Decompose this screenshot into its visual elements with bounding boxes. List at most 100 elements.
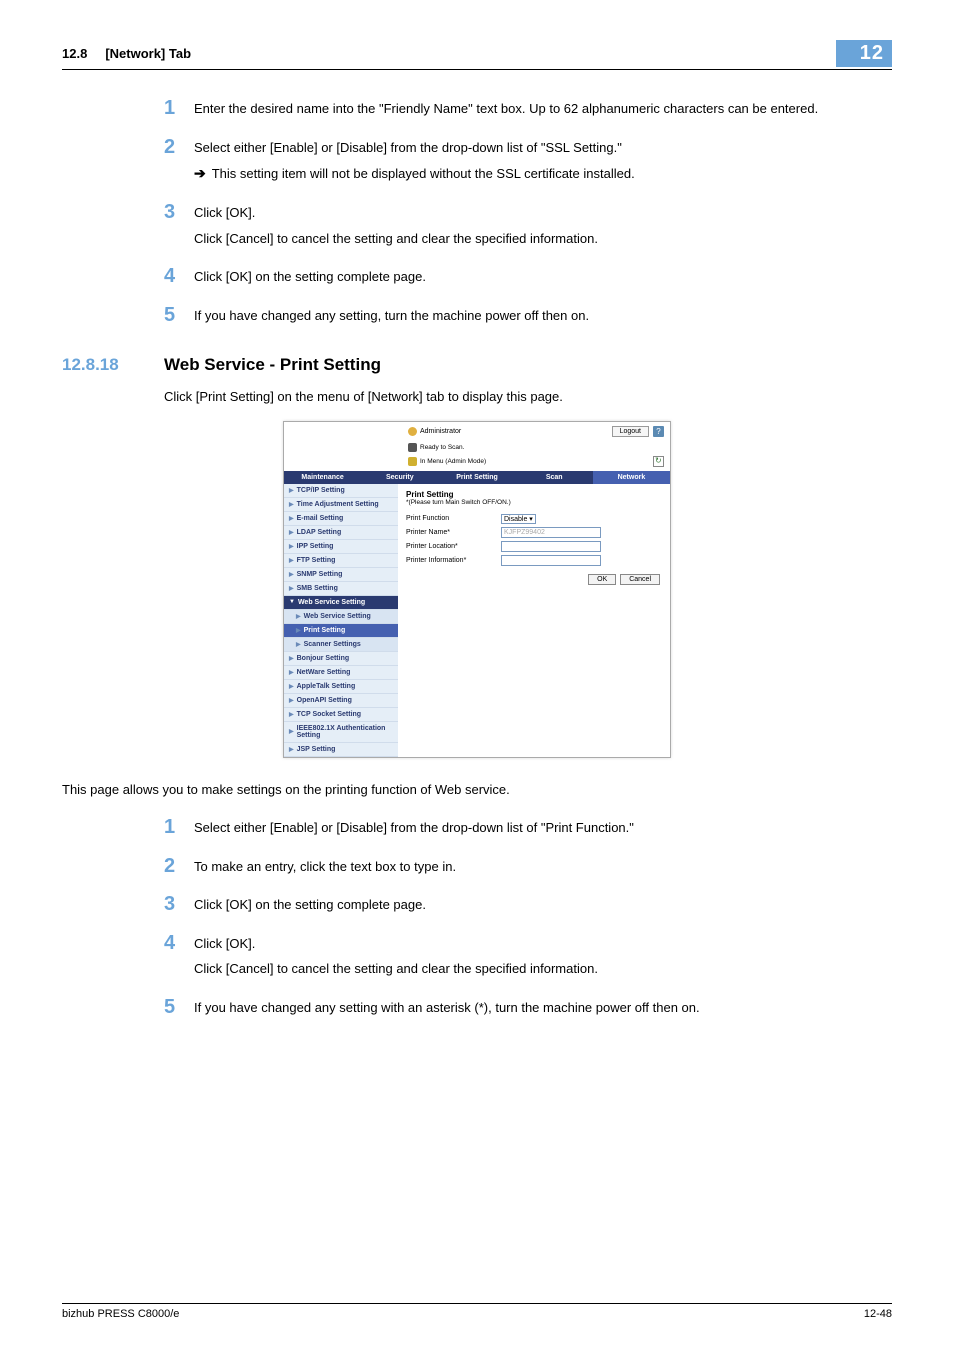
cancel-button[interactable]: Cancel (620, 574, 660, 585)
form-label: Print Function (406, 515, 501, 522)
sidebar-item[interactable]: ▶Time Adjustment Setting (284, 498, 398, 512)
sidebar-item[interactable]: ▶Bonjour Setting (284, 652, 398, 666)
triangle-icon: ▶ (289, 529, 294, 536)
step-body: Select either [Enable] or [Disable] from… (194, 137, 635, 185)
sidebar-item[interactable]: ▶OpenAPI Setting (284, 694, 398, 708)
sidebar-item[interactable]: ▶FTP Setting (284, 554, 398, 568)
step: 1Enter the desired name into the "Friend… (164, 98, 892, 119)
triangle-icon: ▶ (296, 627, 301, 634)
header-title: [Network] Tab (105, 46, 835, 61)
step-body: Enter the desired name into the "Friendl… (194, 98, 818, 119)
sidebar-label: JSP Setting (297, 746, 336, 753)
sidebar-label: TCP/IP Setting (297, 487, 345, 494)
sidebar-label: SNMP Setting (297, 571, 343, 578)
sidebar-label: Scanner Settings (304, 641, 361, 648)
form-label: Printer Information* (406, 557, 501, 564)
tab-maintenance[interactable]: Maintenance (284, 471, 361, 484)
sidebar-label: TCP Socket Setting (297, 711, 361, 718)
input-printer-location-[interactable] (501, 541, 601, 552)
step-body: Click [OK] on the setting complete page. (194, 894, 426, 915)
logout-button[interactable]: Logout (612, 426, 649, 437)
triangle-icon: ▶ (289, 683, 294, 690)
user-icon (408, 427, 417, 436)
footer-left: bizhub PRESS C8000/e (62, 1308, 179, 1320)
sidebar-item[interactable]: ▶IPP Setting (284, 540, 398, 554)
step-body: Click [OK].Click [Cancel] to cancel the … (194, 202, 598, 248)
step-number: 2 (164, 856, 194, 877)
sidebar-item[interactable]: ▶Print Setting (284, 624, 398, 638)
step-body: Click [OK].Click [Cancel] to cancel the … (194, 933, 598, 979)
sidebar-item[interactable]: ▶SMB Setting (284, 582, 398, 596)
tab-print-setting[interactable]: Print Setting (438, 471, 515, 484)
triangle-icon: ▶ (289, 697, 294, 704)
sidebar-item[interactable]: ▶Web Service Setting (284, 610, 398, 624)
panel-note: *(Please turn Main Switch OFF/ON.) (406, 499, 662, 506)
section-heading: 12.8.18 Web Service - Print Setting (62, 355, 892, 375)
step-number: 2 (164, 137, 194, 185)
sidebar-item[interactable]: ▶JSP Setting (284, 743, 398, 757)
mode-icon (408, 457, 417, 466)
step: 2To make an entry, click the text box to… (164, 856, 892, 877)
sidebar-item[interactable]: ▶E-mail Setting (284, 512, 398, 526)
help-icon[interactable]: ? (653, 426, 664, 437)
sidebar-item[interactable]: ▶Scanner Settings (284, 638, 398, 652)
step-number: 1 (164, 817, 194, 838)
section-title: Web Service - Print Setting (164, 355, 381, 375)
triangle-icon: ▶ (289, 543, 294, 550)
footer-right: 12-48 (864, 1308, 892, 1320)
step-body: To make an entry, click the text box to … (194, 856, 456, 877)
triangle-icon: ▶ (289, 655, 294, 662)
step-number: 5 (164, 997, 194, 1018)
step: 5If you have changed any setting with an… (164, 997, 892, 1018)
sidebar-item[interactable]: ▶SNMP Setting (284, 568, 398, 582)
sidebar-item[interactable]: ▶NetWare Setting (284, 666, 398, 680)
form-label: Printer Location* (406, 543, 501, 550)
sidebar-label: IEEE802.1X Authentication Setting (297, 725, 393, 739)
step-number: 4 (164, 266, 194, 287)
step-body: If you have changed any setting with an … (194, 997, 700, 1018)
header-section: 12.8 (62, 46, 87, 61)
form-row: Printer Information* (406, 555, 662, 566)
form-row: Print FunctionDisable ▾ (406, 514, 662, 524)
triangle-icon: ▶ (289, 571, 294, 578)
triangle-icon: ▶ (296, 641, 301, 648)
step-body: Select either [Enable] or [Disable] from… (194, 817, 634, 838)
embedded-screenshot: Administrator Logout ? Ready to Scan. In… (283, 421, 671, 758)
step: 1Select either [Enable] or [Disable] fro… (164, 817, 892, 838)
page-header: 12.8 [Network] Tab 12 (62, 40, 892, 70)
input-printer-information-[interactable] (501, 555, 601, 566)
sidebar-item[interactable]: ▶LDAP Setting (284, 526, 398, 540)
sidebar-label: OpenAPI Setting (297, 697, 352, 704)
step-number: 5 (164, 305, 194, 326)
sidebar-label: IPP Setting (297, 543, 334, 550)
section-intro: Click [Print Setting] on the menu of [Ne… (164, 387, 892, 407)
step-body: Click [OK] on the setting complete page. (194, 266, 426, 287)
status-text-2: In Menu (Admin Mode) (420, 458, 486, 465)
refresh-icon[interactable] (653, 456, 664, 467)
sidebar-item[interactable]: ▶TCP Socket Setting (284, 708, 398, 722)
sidebar-item[interactable]: ▶TCP/IP Setting (284, 484, 398, 498)
section-number: 12.8.18 (62, 355, 164, 375)
panel-title: Print Setting (406, 490, 662, 499)
step: 2Select either [Enable] or [Disable] fro… (164, 137, 892, 185)
form-label: Printer Name* (406, 529, 501, 536)
triangle-icon: ▶ (289, 669, 294, 676)
tab-scan[interactable]: Scan (516, 471, 593, 484)
triangle-icon: ▶ (289, 501, 294, 508)
sidebar-item[interactable]: ▼Web Service Setting (284, 596, 398, 610)
sidebar-item[interactable]: ▶IEEE802.1X Authentication Setting (284, 722, 398, 743)
sidebar-label: Bonjour Setting (297, 655, 350, 662)
tab-network[interactable]: Network (593, 471, 670, 484)
step-number: 3 (164, 894, 194, 915)
input-printer-name-[interactable] (501, 527, 601, 538)
sidebar-label: SMB Setting (297, 585, 338, 592)
ok-button[interactable]: OK (588, 574, 616, 585)
select-print-function[interactable]: Disable ▾ (501, 514, 536, 524)
sidebar-item[interactable]: ▶AppleTalk Setting (284, 680, 398, 694)
triangle-icon: ▶ (289, 711, 294, 718)
tab-security[interactable]: Security (361, 471, 438, 484)
sidebar-label: FTP Setting (297, 557, 336, 564)
header-chapter-box: 12 (836, 40, 892, 67)
triangle-icon: ▶ (289, 515, 294, 522)
page-footer: bizhub PRESS C8000/e 12-48 (62, 1303, 892, 1320)
